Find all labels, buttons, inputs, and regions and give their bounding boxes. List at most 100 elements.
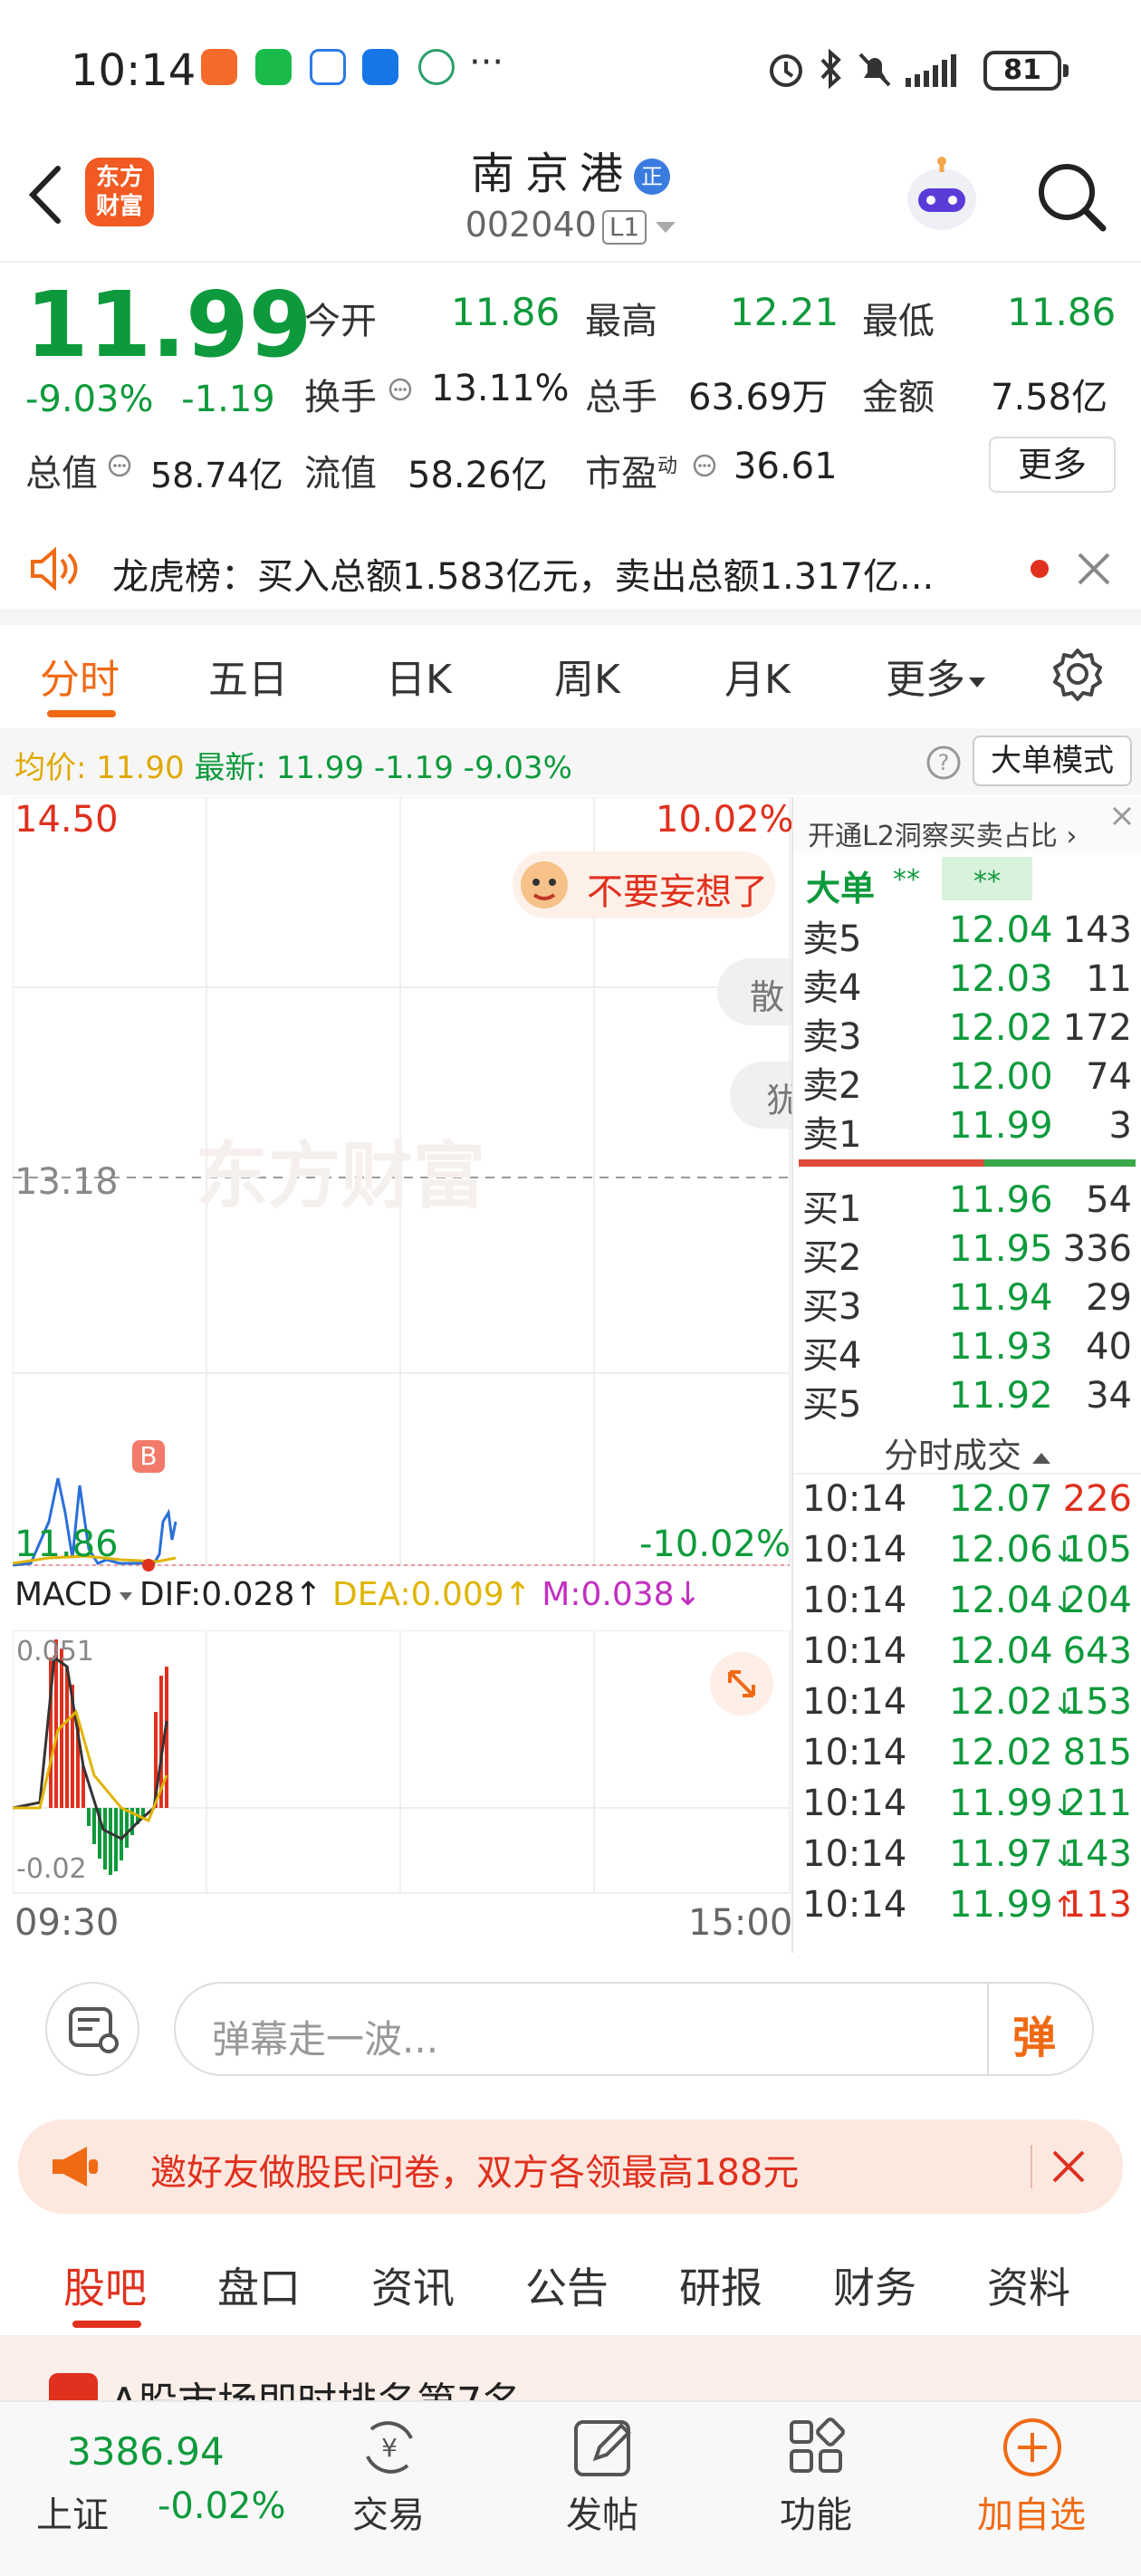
low-label: 最低	[862, 301, 935, 342]
megaphone-icon	[53, 2147, 98, 2187]
tab-profile[interactable]: 资料	[987, 2255, 1070, 2315]
open-value: 11.86	[451, 290, 561, 334]
mascot-bubble[interactable]: 不要妄想了	[513, 851, 775, 918]
gear-icon[interactable]	[1050, 647, 1105, 701]
danmu-input[interactable]: 弹幕走一波... 弹	[174, 1982, 1094, 2076]
tick-row: 10:14 12.04 643	[802, 1630, 1132, 1672]
float-value: 58.26亿	[408, 455, 548, 496]
welink-icon	[362, 49, 398, 85]
high-label: 最高	[585, 301, 657, 342]
tab-intraday[interactable]: 分时	[40, 647, 120, 705]
tick-row: 10:14 12.02 ↓ 153	[802, 1681, 1132, 1723]
tick-row: 10:14 11.97 ↓ 143	[802, 1833, 1132, 1875]
nav-post[interactable]: 发帖	[534, 2485, 670, 2538]
tab-pankou[interactable]: 盘口	[217, 2255, 301, 2315]
macd-chart[interactable]	[13, 1630, 791, 1895]
tab-announcements[interactable]: 公告	[525, 2255, 609, 2315]
sort-up-icon	[1032, 1452, 1051, 1464]
ask-row[interactable]: 卖3 12.02 172	[793, 1004, 1141, 1058]
chart-bottom-price: 11.86	[14, 1523, 119, 1565]
bid-row[interactable]: 买3 11.94 29	[793, 1274, 1141, 1328]
speaker-icon	[31, 546, 78, 591]
battery-icon: 81	[983, 51, 1069, 91]
alarm-icon	[770, 54, 802, 87]
ask-row[interactable]: 卖2 12.00 74	[793, 1053, 1141, 1107]
macd-svg	[13, 1630, 791, 1894]
time-end: 15:00	[688, 1902, 793, 1944]
ranking-teaser[interactable]: A股市场即时排名第7名	[0, 2337, 1141, 2400]
big-order-mode-button[interactable]: 大单模式	[973, 735, 1132, 786]
chart-bottom-pct: -10.02%	[639, 1523, 791, 1565]
danmu-send-button[interactable]: 弹	[1012, 2002, 1056, 2065]
trade-icon[interactable]: ¥	[355, 2413, 424, 2482]
chevron-down-icon	[119, 1591, 132, 1600]
chart-mid-price: 13.18	[14, 1161, 119, 1203]
tick-row: 10:14 12.06 ↓ 105	[802, 1529, 1132, 1571]
more-button[interactable]: 更多	[989, 437, 1116, 493]
chip-retail[interactable]: 散	[717, 958, 791, 1025]
help-icon[interactable]: ?	[925, 745, 962, 781]
chip-hesitate[interactable]: 犹	[730, 1062, 791, 1129]
tab-news[interactable]: 资讯	[371, 2255, 455, 2315]
tab-guba[interactable]: 股吧	[63, 2255, 147, 2315]
add-icon[interactable]	[998, 2413, 1067, 2482]
amount-label: 金额	[862, 377, 935, 418]
app-notification-icon	[201, 49, 237, 85]
bid-row[interactable]: 买5 11.92 34	[793, 1371, 1141, 1426]
ask-row[interactable]: 卖5 12.04 143	[793, 906, 1141, 960]
signal-icon	[906, 54, 956, 87]
nav-add-watchlist[interactable]: 加自选	[964, 2485, 1099, 2538]
close-icon[interactable]	[1050, 2148, 1087, 2185]
index-value[interactable]: 3386.94	[67, 2429, 225, 2474]
edit-post-icon[interactable]	[569, 2413, 638, 2482]
tab-research[interactable]: 研报	[679, 2255, 762, 2315]
nav-trade[interactable]: 交易	[321, 2485, 456, 2538]
macd-top-value: 0.051	[16, 1636, 94, 1668]
index-change[interactable]: -0.02%	[158, 2485, 286, 2527]
macd-selector[interactable]: MACD	[14, 1576, 139, 1613]
robot-assistant-icon[interactable]	[898, 152, 985, 239]
ticks-title[interactable]: 分时成交	[793, 1420, 1141, 1475]
nav-functions[interactable]: 功能	[748, 2485, 884, 2538]
ask-row[interactable]: 卖1 11.99 3	[793, 1101, 1141, 1156]
tab-finance[interactable]: 财务	[833, 2255, 916, 2315]
mascot-icon	[521, 861, 568, 908]
ask-row[interactable]: 卖4 12.03 11	[793, 955, 1141, 1009]
macd-legend[interactable]: MACD DIF:0.028↑ DEA:0.009↑ M:0.038↓	[14, 1576, 791, 1613]
close-icon[interactable]	[1076, 551, 1112, 587]
bid-row[interactable]: 买1 11.96 54	[793, 1176, 1141, 1230]
bid-row[interactable]: 买4 11.93 40	[793, 1322, 1141, 1377]
bid-row[interactable]: 买2 11.95 336	[793, 1225, 1141, 1279]
ask-list: 卖5 12.04 143 卖4 12.03 11 卖3 12.02 172 卖2 12.00 74 卖1…	[793, 906, 1141, 1156]
promo-banner[interactable]: 邀好友做股民问卷，双方各领最高188元	[18, 2119, 1123, 2214]
buy-marker-icon[interactable]: B	[132, 1440, 165, 1473]
content-tab-indicator	[72, 2321, 141, 2328]
volume-value: 63.69万	[688, 377, 829, 418]
tab-weekly-k[interactable]: 周K	[554, 647, 620, 705]
float-label: 流值	[304, 453, 377, 495]
notice-text: 龙虎榜：买入总额1.583亿元，卖出总额1.317亿...	[112, 556, 935, 598]
tab-more[interactable]: 更多	[886, 647, 985, 705]
ratio-bar	[799, 1159, 1136, 1167]
high-value: 12.21	[730, 290, 839, 334]
tab-five-day[interactable]: 五日	[208, 647, 288, 705]
info-icon[interactable]	[107, 453, 132, 478]
index-name[interactable]: 上证	[36, 2485, 109, 2538]
info-icon[interactable]	[692, 453, 717, 478]
mktcap-label: 总值	[25, 453, 98, 495]
close-icon[interactable]	[1108, 803, 1136, 830]
search-icon[interactable]	[1034, 159, 1110, 235]
tab-monthly-k[interactable]: 月K	[724, 647, 791, 705]
l2-header[interactable]: 开通L2洞察买卖占比 ›	[793, 797, 1141, 852]
chat-bubble-icon	[310, 49, 346, 85]
tab-daily-k[interactable]: 日K	[386, 647, 452, 705]
expand-button[interactable]	[710, 1652, 773, 1716]
danmu-settings-button[interactable]	[45, 1982, 139, 2076]
state-owned-badge: 正	[634, 159, 670, 195]
info-icon[interactable]	[388, 377, 413, 402]
watermark: 东方财富	[196, 1134, 485, 1218]
grid-functions-icon[interactable]	[782, 2413, 851, 2482]
tick-row: 10:14 12.02 815	[802, 1732, 1132, 1773]
chevron-down-icon	[656, 221, 676, 233]
status-time: 10:14	[71, 45, 197, 96]
